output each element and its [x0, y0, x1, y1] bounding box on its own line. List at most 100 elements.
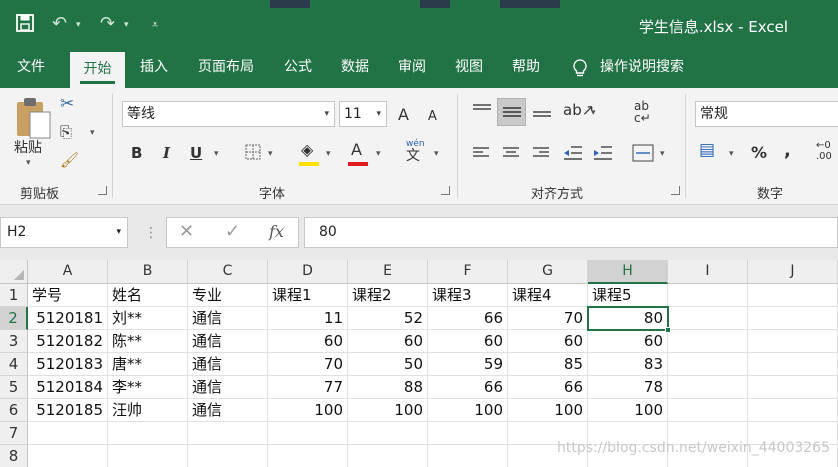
- number-format-select[interactable]: 常规: [695, 101, 838, 127]
- accounting-format-icon[interactable]: ▤: [699, 140, 715, 160]
- cell-C1[interactable]: 专业: [188, 284, 268, 307]
- tab-file[interactable]: 文件: [6, 50, 56, 88]
- cell-B4[interactable]: 唐**: [108, 353, 188, 376]
- format-painter-icon[interactable]: 🖌: [60, 150, 79, 170]
- cell-F6[interactable]: 100: [428, 399, 508, 422]
- column-header-J[interactable]: J: [748, 260, 838, 284]
- cell-C6[interactable]: 通信: [188, 399, 268, 422]
- cell-I6[interactable]: [668, 399, 748, 422]
- cell-B8[interactable]: [108, 445, 188, 467]
- cell-G5[interactable]: 66: [508, 376, 588, 399]
- row-header-7[interactable]: 7: [0, 422, 28, 445]
- cell-B2[interactable]: 刘**: [108, 307, 188, 330]
- insert-function-icon[interactable]: fx: [269, 222, 284, 241]
- italic-button[interactable]: I: [163, 143, 170, 163]
- accounting-dropdown-icon[interactable]: ▾: [729, 149, 734, 159]
- cell-J2[interactable]: [748, 307, 838, 330]
- increase-decimal-icon[interactable]: ←0.00: [816, 140, 832, 162]
- font-launcher-icon[interactable]: [441, 186, 450, 195]
- font-color-dropdown-icon[interactable]: ▾: [376, 149, 381, 159]
- cell-D5[interactable]: 77: [268, 376, 348, 399]
- alignment-launcher-icon[interactable]: [671, 186, 680, 195]
- cell-A8[interactable]: [28, 445, 108, 467]
- row-header-3[interactable]: 3: [0, 330, 28, 353]
- formula-input[interactable]: 80: [304, 217, 838, 248]
- name-box[interactable]: H2 ▾: [0, 217, 128, 248]
- phonetic-dropdown-icon[interactable]: ▾: [434, 149, 439, 159]
- bold-button[interactable]: B: [131, 143, 142, 163]
- merge-dropdown-icon[interactable]: ▾: [660, 149, 665, 159]
- cell-G4[interactable]: 85: [508, 353, 588, 376]
- cell-D1[interactable]: 课程1: [268, 284, 348, 307]
- cell-G1[interactable]: 课程4: [508, 284, 588, 307]
- orientation-dropdown-icon[interactable]: ▾: [591, 108, 596, 118]
- orientation-icon[interactable]: ab↗: [563, 100, 594, 120]
- tab-page-layout[interactable]: 页面布局: [188, 50, 264, 88]
- cancel-icon[interactable]: ✕: [179, 221, 194, 242]
- column-header-G[interactable]: G: [508, 260, 588, 284]
- select-all-corner[interactable]: [0, 260, 28, 284]
- tab-review[interactable]: 审阅: [388, 50, 436, 88]
- borders-dropdown-icon[interactable]: ▾: [268, 149, 273, 159]
- tab-insert[interactable]: 插入: [130, 50, 178, 88]
- cell-D6[interactable]: 100: [268, 399, 348, 422]
- font-size-select[interactable]: 11 ▾: [339, 101, 387, 127]
- cell-C3[interactable]: 通信: [188, 330, 268, 353]
- cell-F7[interactable]: [428, 422, 508, 445]
- cell-F2[interactable]: 66: [428, 307, 508, 330]
- cell-D7[interactable]: [268, 422, 348, 445]
- cell-A5[interactable]: 5120184: [28, 376, 108, 399]
- cell-A2[interactable]: 5120181: [28, 307, 108, 330]
- cell-E4[interactable]: 50: [348, 353, 428, 376]
- row-header-1[interactable]: 1: [0, 284, 28, 307]
- paste-icon[interactable]: [14, 96, 52, 140]
- cell-B5[interactable]: 李**: [108, 376, 188, 399]
- cell-H1[interactable]: 课程5: [588, 284, 668, 307]
- bottom-align-icon[interactable]: [532, 105, 552, 119]
- cell-C2[interactable]: 通信: [188, 307, 268, 330]
- cell-A1[interactable]: 学号: [28, 284, 108, 307]
- cut-icon[interactable]: ✂: [60, 94, 74, 114]
- cell-J6[interactable]: [748, 399, 838, 422]
- underline-dropdown-icon[interactable]: ▾: [214, 149, 219, 159]
- column-header-D[interactable]: D: [268, 260, 348, 284]
- font-name-select[interactable]: 等线 ▾: [122, 101, 335, 127]
- cell-C7[interactable]: [188, 422, 268, 445]
- cell-E8[interactable]: [348, 445, 428, 467]
- column-header-E[interactable]: E: [348, 260, 428, 284]
- cell-J5[interactable]: [748, 376, 838, 399]
- cell-E6[interactable]: 100: [348, 399, 428, 422]
- cell-A6[interactable]: 5120185: [28, 399, 108, 422]
- cell-C4[interactable]: 通信: [188, 353, 268, 376]
- borders-icon[interactable]: [245, 144, 261, 160]
- redo-dropdown-icon[interactable]: ▾: [124, 20, 129, 30]
- cell-B7[interactable]: [108, 422, 188, 445]
- middle-align-button[interactable]: [497, 98, 526, 126]
- row-header-2[interactable]: 2: [0, 307, 28, 330]
- copy-icon[interactable]: ⎘: [60, 122, 72, 142]
- column-header-H[interactable]: H: [588, 260, 668, 284]
- fill-color-dropdown-icon[interactable]: ▾: [326, 149, 331, 159]
- cell-D2[interactable]: 11: [268, 307, 348, 330]
- enter-icon[interactable]: ✓: [225, 221, 240, 242]
- cell-H4[interactable]: 83: [588, 353, 668, 376]
- top-align-icon[interactable]: [472, 103, 492, 117]
- increase-indent-icon[interactable]: [593, 144, 613, 162]
- cell-F8[interactable]: [428, 445, 508, 467]
- undo-icon[interactable]: ↶: [52, 13, 67, 34]
- cell-E2[interactable]: 52: [348, 307, 428, 330]
- cell-J4[interactable]: [748, 353, 838, 376]
- phonetic-char[interactable]: 文: [406, 146, 420, 166]
- percent-style-button[interactable]: %: [751, 143, 767, 163]
- column-header-A[interactable]: A: [28, 260, 108, 284]
- clipboard-launcher-icon[interactable]: [98, 186, 107, 195]
- cell-I2[interactable]: [668, 307, 748, 330]
- cell-I1[interactable]: [668, 284, 748, 307]
- shrink-font-icon[interactable]: A: [428, 107, 437, 127]
- cell-G2[interactable]: 70: [508, 307, 588, 330]
- cell-F3[interactable]: 60: [428, 330, 508, 353]
- cell-E1[interactable]: 课程2: [348, 284, 428, 307]
- cell-B1[interactable]: 姓名: [108, 284, 188, 307]
- tab-home[interactable]: 开始: [70, 50, 125, 88]
- cell-E3[interactable]: 60: [348, 330, 428, 353]
